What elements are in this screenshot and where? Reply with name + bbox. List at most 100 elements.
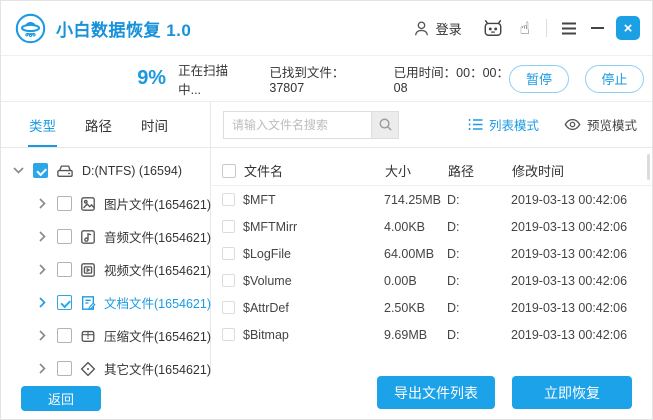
list-mode-label: 列表模式 bbox=[488, 119, 539, 133]
cell-file-modified: 2019-03-13 00:42:06 bbox=[511, 327, 628, 342]
drive-icon bbox=[56, 163, 74, 179]
row-checkbox[interactable] bbox=[222, 247, 235, 260]
files-found-count: 已找到文件：37807 bbox=[269, 66, 345, 95]
checkbox-documents[interactable] bbox=[57, 295, 72, 310]
checkbox-audio[interactable] bbox=[57, 229, 72, 244]
login-label: 登录 bbox=[435, 21, 462, 37]
select-all-checkbox[interactable] bbox=[222, 163, 236, 178]
checkbox-images[interactable] bbox=[57, 196, 72, 211]
chevron-right-icon[interactable] bbox=[35, 329, 49, 343]
cell-file-name: $MFT bbox=[243, 192, 276, 207]
menu-icon[interactable] bbox=[561, 22, 577, 35]
column-header-modified[interactable]: 修改时间 bbox=[512, 161, 652, 180]
tree-node-images[interactable]: 图片文件(1654621) bbox=[1, 187, 211, 220]
cell-file-path: D: bbox=[447, 192, 460, 207]
search-input[interactable] bbox=[224, 111, 371, 138]
table-row[interactable]: $MFTMirr 4.00KB D: 2019-03-13 00:42:06 bbox=[211, 213, 652, 240]
vertical-scrollbar[interactable] bbox=[647, 154, 650, 180]
tree-label-images: 图片文件(1654621) bbox=[104, 198, 211, 212]
stop-button[interactable]: 停止 bbox=[584, 64, 644, 93]
cell-file-size: 64.00MB bbox=[384, 246, 435, 261]
row-checkbox[interactable] bbox=[222, 274, 235, 287]
cell-file-size: 0.00B bbox=[384, 273, 417, 288]
cell-file-name: $LogFile bbox=[243, 246, 291, 261]
cell-file-path: D: bbox=[447, 246, 460, 261]
cell-file-size: 2.50KB bbox=[384, 300, 426, 315]
row-checkbox[interactable] bbox=[222, 301, 235, 314]
search-box bbox=[223, 110, 399, 139]
archive-file-icon bbox=[80, 328, 96, 344]
list-mode-toggle[interactable]: 列表模式 bbox=[468, 115, 539, 134]
tab-path[interactable]: 路径 bbox=[85, 102, 112, 147]
chevron-right-icon[interactable] bbox=[35, 197, 49, 211]
table-row[interactable]: $LogFile 64.00MB D: 2019-03-13 00:42:06 bbox=[211, 240, 652, 267]
cell-file-size: 9.69MB bbox=[384, 327, 428, 342]
sidebar-tabs: 类型 路径 时间 bbox=[1, 102, 211, 147]
scan-status: 正在扫描中... bbox=[178, 63, 229, 97]
scan-progress-bar: 9% 正在扫描中... 已找到文件：37807 已用时间：00：00：08 暂停… bbox=[1, 56, 652, 102]
search-button[interactable] bbox=[371, 111, 398, 138]
file-type-tree: D:(NTFS) (16594) 图片文件(1654621) 音频文件(1654… bbox=[1, 148, 211, 377]
back-button[interactable]: 返回 bbox=[21, 386, 101, 411]
user-icon bbox=[412, 19, 431, 38]
row-checkbox[interactable] bbox=[222, 328, 235, 341]
titlebar-divider bbox=[546, 19, 547, 37]
chevron-down-icon[interactable] bbox=[11, 164, 25, 178]
row-checkbox[interactable] bbox=[222, 220, 235, 233]
cell-file-name: $MFTMirr bbox=[243, 219, 298, 234]
filter-row: 类型 路径 时间 列表模式 bbox=[1, 102, 652, 148]
robot-icon[interactable] bbox=[482, 18, 504, 38]
tree-node-drive[interactable]: D:(NTFS) (16594) bbox=[1, 154, 210, 187]
audio-file-icon bbox=[80, 229, 96, 245]
document-file-icon bbox=[80, 295, 96, 311]
titlebar: 小白数据恢复 1.0 登录 ☝ × bbox=[1, 1, 652, 56]
table-row[interactable]: $Volume 0.00B D: 2019-03-13 00:42:06 bbox=[211, 267, 652, 294]
tree-label-documents: 文档文件(1654621) bbox=[104, 297, 211, 311]
row-checkbox[interactable] bbox=[222, 193, 235, 206]
preview-mode-toggle[interactable]: 预览模式 bbox=[564, 115, 637, 134]
elapsed-time: 已用时间：00：00：08 bbox=[393, 66, 509, 95]
column-header-size[interactable]: 大小 bbox=[385, 161, 448, 180]
column-header-path[interactable]: 路径 bbox=[448, 161, 512, 180]
cell-file-path: D: bbox=[447, 219, 460, 234]
app-title: 小白数据恢复 1.0 bbox=[56, 20, 192, 40]
cell-file-name: $Volume bbox=[243, 273, 292, 288]
tree-node-documents[interactable]: 文档文件(1654621) bbox=[1, 286, 211, 319]
cell-file-name: $AttrDef bbox=[243, 300, 289, 315]
column-header-name[interactable]: 文件名 bbox=[244, 161, 385, 180]
cell-file-modified: 2019-03-13 00:42:06 bbox=[511, 246, 628, 261]
checkbox-video[interactable] bbox=[57, 262, 72, 277]
table-header: 文件名 大小 路径 修改时间 bbox=[211, 156, 652, 186]
table-row[interactable]: $MFT 714.25MB D: 2019-03-13 00:42:06 bbox=[211, 186, 652, 213]
footer: 返回 导出文件列表 立即恢复 bbox=[1, 374, 652, 419]
close-icon[interactable]: × bbox=[616, 16, 640, 40]
cell-file-modified: 2019-03-13 00:42:06 bbox=[511, 300, 628, 315]
checkbox-drive[interactable] bbox=[33, 163, 48, 178]
tree-node-archives[interactable]: 压缩文件(1654621) bbox=[1, 319, 211, 352]
tree-node-video[interactable]: 视频文件(1654621) bbox=[1, 253, 211, 286]
chevron-right-icon[interactable] bbox=[35, 296, 49, 310]
progress-percent: 9% bbox=[137, 67, 167, 89]
app-logo-ufo-icon bbox=[15, 13, 46, 44]
tree-node-audio[interactable]: 音频文件(1654621) bbox=[1, 220, 211, 253]
recover-now-button[interactable]: 立即恢复 bbox=[512, 376, 632, 409]
chevron-right-icon[interactable] bbox=[35, 263, 49, 277]
hand-click-icon[interactable]: ☝ bbox=[520, 20, 530, 37]
cell-file-name: $Bitmap bbox=[243, 327, 289, 342]
tab-type[interactable]: 类型 bbox=[28, 102, 57, 147]
minimize-icon[interactable] bbox=[591, 26, 604, 30]
table-row[interactable]: $AttrDef 2.50KB D: 2019-03-13 00:42:06 bbox=[211, 294, 652, 321]
list-view-icon bbox=[468, 118, 483, 131]
search-pane: 列表模式 预览模式 bbox=[211, 102, 652, 147]
export-file-list-button[interactable]: 导出文件列表 bbox=[377, 376, 495, 409]
login-button[interactable]: 登录 bbox=[412, 19, 462, 38]
chevron-right-icon[interactable] bbox=[35, 230, 49, 244]
cell-file-size: 4.00KB bbox=[384, 219, 426, 234]
cell-file-path: D: bbox=[447, 273, 460, 288]
tab-time[interactable]: 时间 bbox=[141, 102, 168, 147]
tree-label-video: 视频文件(1654621) bbox=[104, 264, 211, 278]
cell-file-path: D: bbox=[447, 327, 460, 342]
table-row[interactable]: $Bitmap 9.69MB D: 2019-03-13 00:42:06 bbox=[211, 321, 652, 348]
checkbox-archives[interactable] bbox=[57, 328, 72, 343]
pause-button[interactable]: 暂停 bbox=[509, 64, 569, 93]
